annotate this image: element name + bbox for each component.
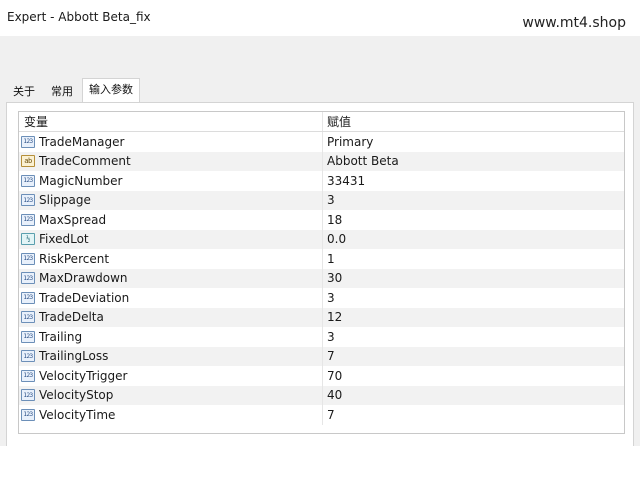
integer-type-icon: 123 [21, 330, 35, 343]
parameters-table: 变量 赋值 123 TradeManager Primary ab TradeComme… [18, 111, 625, 434]
bottom-area [0, 446, 640, 480]
watermark: www.mt4.shop [522, 15, 626, 31]
table-row[interactable]: 123 TradeDelta 12 [19, 307, 624, 328]
table-row[interactable]: 123 MagicNumber 33431 [19, 171, 624, 191]
integer-type-icon: 123 [21, 408, 35, 421]
table-header: 变量 赋值 [19, 112, 624, 132]
table-row[interactable]: 123 VelocityTrigger 70 [19, 366, 624, 386]
variable-name: TradeComment [39, 154, 131, 169]
column-header-variable[interactable]: 变量 [19, 112, 323, 131]
value-cell[interactable]: Primary [323, 132, 624, 152]
variable-cell: 123 TrailingLoss [19, 346, 323, 366]
table-row[interactable]: 123 VelocityTime 7 [19, 405, 624, 425]
double-type-icon: ½ [21, 233, 35, 246]
variable-cell: 123 VelocityStop [19, 385, 323, 405]
table-row[interactable]: 123 MaxDrawdown 30 [19, 268, 624, 289]
integer-type-icon: 123 [21, 311, 35, 324]
tab-bar: 关于 常用 输入参数 [6, 78, 142, 102]
value-cell[interactable]: 70 [323, 366, 624, 386]
string-type-icon: ab [21, 155, 35, 168]
variable-name: VelocityStop [39, 388, 114, 403]
table-row[interactable]: 123 TradeDeviation 3 [19, 288, 624, 308]
variable-cell: 123 Trailing [19, 327, 323, 347]
variable-cell: 123 MaxDrawdown [19, 268, 323, 288]
variable-cell: 123 TradeDeviation [19, 288, 323, 308]
integer-type-icon: 123 [21, 135, 35, 148]
variable-name: TradeManager [39, 134, 125, 149]
variable-name: VelocityTrigger [39, 368, 128, 383]
variable-name: TradeDelta [39, 310, 104, 325]
tab-about[interactable]: 关于 [6, 81, 42, 102]
integer-type-icon: 123 [21, 291, 35, 304]
integer-type-icon: 123 [21, 350, 35, 363]
integer-type-icon: 123 [21, 369, 35, 382]
variable-cell: 123 MaxSpread [19, 210, 323, 230]
variable-name: RiskPercent [39, 251, 110, 266]
table-row[interactable]: 123 TradeManager Primary [19, 132, 624, 152]
value-cell[interactable]: 7 [323, 347, 624, 367]
tab-common[interactable]: 常用 [44, 81, 80, 102]
integer-type-icon: 123 [21, 252, 35, 265]
variable-cell: 123 Slippage [19, 190, 323, 210]
value-cell[interactable]: 7 [323, 405, 624, 425]
value-cell[interactable]: 12 [323, 308, 624, 328]
table-body: 123 TradeManager Primary ab TradeComment Abbo… [19, 132, 624, 425]
variable-cell: 123 TradeManager [19, 132, 323, 152]
table-row[interactable]: 123 VelocityStop 40 [19, 385, 624, 406]
integer-type-icon: 123 [21, 194, 35, 207]
value-cell[interactable]: 1 [323, 249, 624, 269]
variable-name: TradeDeviation [39, 290, 130, 305]
window-title: Expert - Abbott Beta_fix [7, 10, 151, 24]
table-row[interactable]: 123 Trailing 3 [19, 327, 624, 347]
variable-name: MaxDrawdown [39, 271, 128, 286]
table-row[interactable]: 123 Slippage 3 [19, 190, 624, 211]
variable-cell: 123 TradeDelta [19, 307, 323, 327]
table-row[interactable]: 123 RiskPercent 1 [19, 249, 624, 269]
column-header-value[interactable]: 赋值 [323, 112, 624, 131]
integer-type-icon: 123 [21, 213, 35, 226]
variable-cell: ½ FixedLot [19, 229, 323, 249]
value-cell[interactable]: 3 [323, 327, 624, 347]
table-row[interactable]: 123 MaxSpread 18 [19, 210, 624, 230]
integer-type-icon: 123 [21, 272, 35, 285]
table-row[interactable]: 123 TrailingLoss 7 [19, 346, 624, 367]
inputs-panel: 变量 赋值 123 TradeManager Primary ab TradeComme… [6, 102, 634, 478]
value-cell[interactable]: 33431 [323, 171, 624, 191]
variable-name: Trailing [39, 329, 83, 344]
value-cell[interactable]: 40 [323, 386, 624, 406]
value-cell[interactable]: 18 [323, 210, 624, 230]
variable-name: MagicNumber [39, 173, 123, 188]
value-cell[interactable]: 3 [323, 288, 624, 308]
variable-cell: ab TradeComment [19, 151, 323, 171]
tab-inputs[interactable]: 输入参数 [82, 78, 140, 102]
value-cell[interactable]: 30 [323, 269, 624, 289]
table-row[interactable]: ½ FixedLot 0.0 [19, 229, 624, 250]
value-cell[interactable]: 0.0 [323, 230, 624, 250]
variable-name: TrailingLoss [39, 349, 109, 364]
variable-cell: 123 RiskPercent [19, 249, 323, 269]
value-cell[interactable]: 3 [323, 191, 624, 211]
variable-cell: 123 VelocityTime [19, 405, 323, 425]
variable-cell: 123 VelocityTrigger [19, 366, 323, 386]
integer-type-icon: 123 [21, 174, 35, 187]
variable-name: MaxSpread [39, 212, 107, 227]
value-cell[interactable]: Abbott Beta [323, 152, 624, 172]
integer-type-icon: 123 [21, 389, 35, 402]
variable-cell: 123 MagicNumber [19, 171, 323, 191]
variable-name: FixedLot [39, 232, 89, 247]
variable-name: Slippage [39, 193, 91, 208]
variable-name: VelocityTime [39, 407, 116, 422]
table-row[interactable]: ab TradeComment Abbott Beta [19, 151, 624, 172]
